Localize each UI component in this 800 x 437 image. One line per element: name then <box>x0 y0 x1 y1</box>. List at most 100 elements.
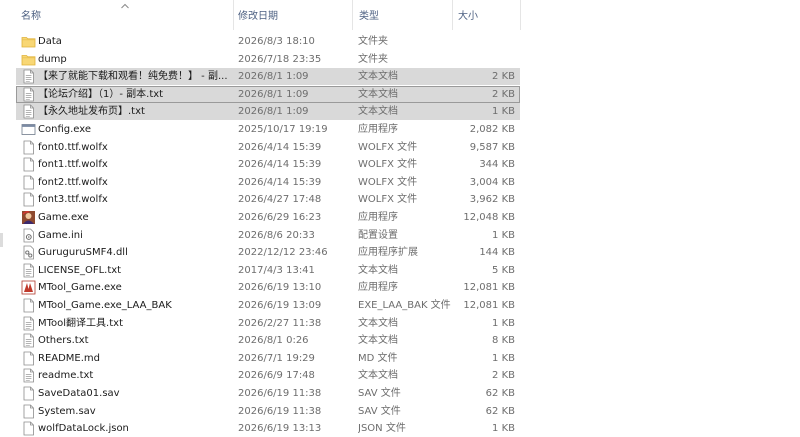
file-size: 1 KB <box>492 106 515 118</box>
file-name: MTool翻译工具.txt <box>38 317 123 329</box>
file-row[interactable]: 【来了就能下载和观看！纯免费！】 - 副... 2026/8/1 1:09 文本文档… <box>16 68 520 86</box>
file-explorer-details-pane: 名称 修改日期 类型 大小 Data 2026/8/3 18:10 文件夹 dump 2… <box>0 0 800 437</box>
splitter-handle[interactable] <box>0 233 3 247</box>
file-size: 2 KB <box>492 370 515 382</box>
file-name: Others.txt <box>38 335 89 347</box>
column-divider[interactable] <box>452 0 453 30</box>
file-size: 1 KB <box>492 352 515 364</box>
blank-file-icon <box>21 403 37 420</box>
mtool-exe-icon <box>21 279 37 296</box>
file-modified-date: 2026/4/14 15:39 <box>238 176 322 188</box>
file-modified-date: 2026/6/19 13:09 <box>238 300 322 311</box>
blank-file-icon <box>21 139 37 156</box>
file-row[interactable]: 【论坛介绍】（1）- 副本.txt 2026/8/1 1:09 文本文档 2 KB <box>16 85 520 103</box>
folder-icon <box>21 51 37 68</box>
file-name: font0.ttf.wolfx <box>38 141 108 153</box>
file-row[interactable]: LICENSE_OFL.txt 2017/4/3 13:41 文本文档 5 KB <box>16 262 520 279</box>
column-header-type[interactable]: 类型 <box>359 0 452 30</box>
file-size: 12,048 KB <box>463 212 515 223</box>
file-name: SaveData01.sav <box>38 388 120 399</box>
file-row[interactable]: font0.ttf.wolfx 2026/4/14 15:39 WOLFX 文件 9,… <box>16 139 520 156</box>
file-name: Data <box>38 36 62 47</box>
text-file-icon <box>21 86 37 103</box>
window-app-icon <box>21 121 37 138</box>
column-divider[interactable] <box>520 0 521 30</box>
file-row[interactable]: Others.txt 2026/8/1 0:26 文本文档 8 KB <box>16 332 520 349</box>
column-divider[interactable] <box>233 0 234 30</box>
file-size: 8 KB <box>492 335 515 347</box>
file-row[interactable]: wolfDataLock.json 2026/6/19 13:13 JSON 文件 1… <box>16 420 520 437</box>
file-modified-date: 2026/8/1 1:09 <box>238 106 309 118</box>
text-file-icon <box>21 68 37 85</box>
file-modified-date: 2026/6/19 11:38 <box>238 388 322 399</box>
text-file-icon <box>21 103 37 120</box>
file-modified-date: 2026/8/1 0:26 <box>238 335 309 347</box>
file-row[interactable]: README.md 2026/7/1 19:29 MD 文件 1 KB <box>16 350 520 367</box>
file-name: wolfDataLock.json <box>38 423 129 435</box>
file-row[interactable]: GuruguruSMF4.dll 2022/12/12 23:46 应用程序扩展 14… <box>16 244 520 261</box>
text-file-icon <box>21 367 37 384</box>
file-row[interactable]: Game.ini 2026/8/6 20:33 配置设置 1 KB <box>16 227 520 244</box>
file-modified-date: 2026/6/19 13:13 <box>238 423 322 435</box>
file-size: 144 KB <box>479 247 515 259</box>
file-modified-date: 2026/4/14 15:39 <box>238 141 322 153</box>
column-header-name[interactable]: 名称 <box>21 0 233 30</box>
dll-file-icon <box>21 244 37 261</box>
file-name: GuruguruSMF4.dll <box>38 247 128 259</box>
file-modified-date: 2026/8/3 18:10 <box>238 36 315 47</box>
file-size: 5 KB <box>492 264 515 276</box>
vertical-scrollbar[interactable] <box>786 0 800 435</box>
file-size: 62 KB <box>485 388 515 399</box>
file-row[interactable]: 【永久地址发布页】.txt 2026/8/1 1:09 文本文档 1 KB <box>16 103 520 121</box>
file-row[interactable]: Game.exe 2026/6/29 16:23 应用程序 12,048 KB <box>16 209 520 226</box>
file-modified-date: 2022/12/12 23:46 <box>238 247 328 259</box>
blank-file-icon <box>21 420 37 437</box>
file-size: 12,081 KB <box>463 300 515 311</box>
file-row[interactable]: Config.exe 2025/10/17 19:19 应用程序 2,082 KB <box>16 121 520 138</box>
file-row[interactable]: MTool_Game.exe_LAA_BAK 2026/6/19 13:09 EXE… <box>16 297 520 314</box>
file-name: MTool_Game.exe_LAA_BAK <box>38 300 172 311</box>
blank-file-icon <box>21 174 37 191</box>
blank-file-icon <box>21 350 37 367</box>
folder-row[interactable]: Data 2026/8/3 18:10 文件夹 <box>16 33 520 50</box>
file-size: 1 KB <box>492 229 515 241</box>
file-row[interactable]: font1.ttf.wolfx 2026/4/14 15:39 WOLFX 文件 34… <box>16 156 520 173</box>
column-header-row: 名称 修改日期 类型 大小 <box>0 0 800 30</box>
file-modified-date: 2017/4/3 13:41 <box>238 264 315 276</box>
file-name: LICENSE_OFL.txt <box>38 264 122 276</box>
file-size: 62 KB <box>485 405 515 417</box>
file-modified-date: 2026/6/19 13:10 <box>238 282 322 294</box>
file-row[interactable]: readme.txt 2026/6/9 17:48 文本文档 2 KB <box>16 367 520 384</box>
column-header-size[interactable]: 大小 <box>458 0 520 30</box>
file-name: 【永久地址发布页】.txt <box>38 106 145 118</box>
file-name: Game.exe <box>38 212 89 223</box>
file-modified-date: 2026/4/14 15:39 <box>238 159 322 171</box>
file-size: 3,004 KB <box>469 176 515 188</box>
file-size: 3,962 KB <box>469 194 515 206</box>
file-size: 2 KB <box>492 88 515 100</box>
file-row[interactable]: SaveData01.sav 2026/6/19 11:38 SAV 文件 62 KB <box>16 385 520 402</box>
file-row[interactable]: font3.ttf.wolfx 2026/4/27 17:48 WOLFX 文件 3,… <box>16 191 520 208</box>
file-modified-date: 2026/7/1 19:29 <box>238 352 315 364</box>
file-name: System.sav <box>38 405 96 417</box>
file-name: 【来了就能下载和观看！纯免费！】 - 副... <box>38 71 228 83</box>
file-modified-date: 2026/4/27 17:48 <box>238 194 322 206</box>
column-header-date[interactable]: 修改日期 <box>238 0 352 30</box>
blank-file-icon <box>21 156 37 173</box>
file-row[interactable]: System.sav 2026/6/19 11:38 SAV 文件 62 KB <box>16 403 520 420</box>
text-file-icon <box>21 315 37 332</box>
text-file-icon <box>21 262 37 279</box>
game-exe-icon <box>21 209 37 226</box>
column-divider[interactable] <box>352 0 353 30</box>
file-row[interactable]: MTool_Game.exe 2026/6/19 13:10 应用程序 12,081 … <box>16 279 520 296</box>
blank-file-icon <box>21 385 37 402</box>
file-row[interactable]: font2.ttf.wolfx 2026/4/14 15:39 WOLFX 文件 3,… <box>16 174 520 191</box>
file-name: dump <box>38 53 67 65</box>
file-row[interactable]: MTool翻译工具.txt 2026/2/27 11:38 文本文档 1 KB <box>16 315 520 332</box>
folder-row[interactable]: dump 2026/7/18 23:35 文件夹 <box>16 51 520 68</box>
file-name: font2.ttf.wolfx <box>38 176 108 188</box>
file-modified-date: 2026/8/6 20:33 <box>238 229 315 241</box>
file-size: 1 KB <box>492 317 515 329</box>
file-name: Game.ini <box>38 229 83 241</box>
file-size: 2 KB <box>492 71 515 83</box>
